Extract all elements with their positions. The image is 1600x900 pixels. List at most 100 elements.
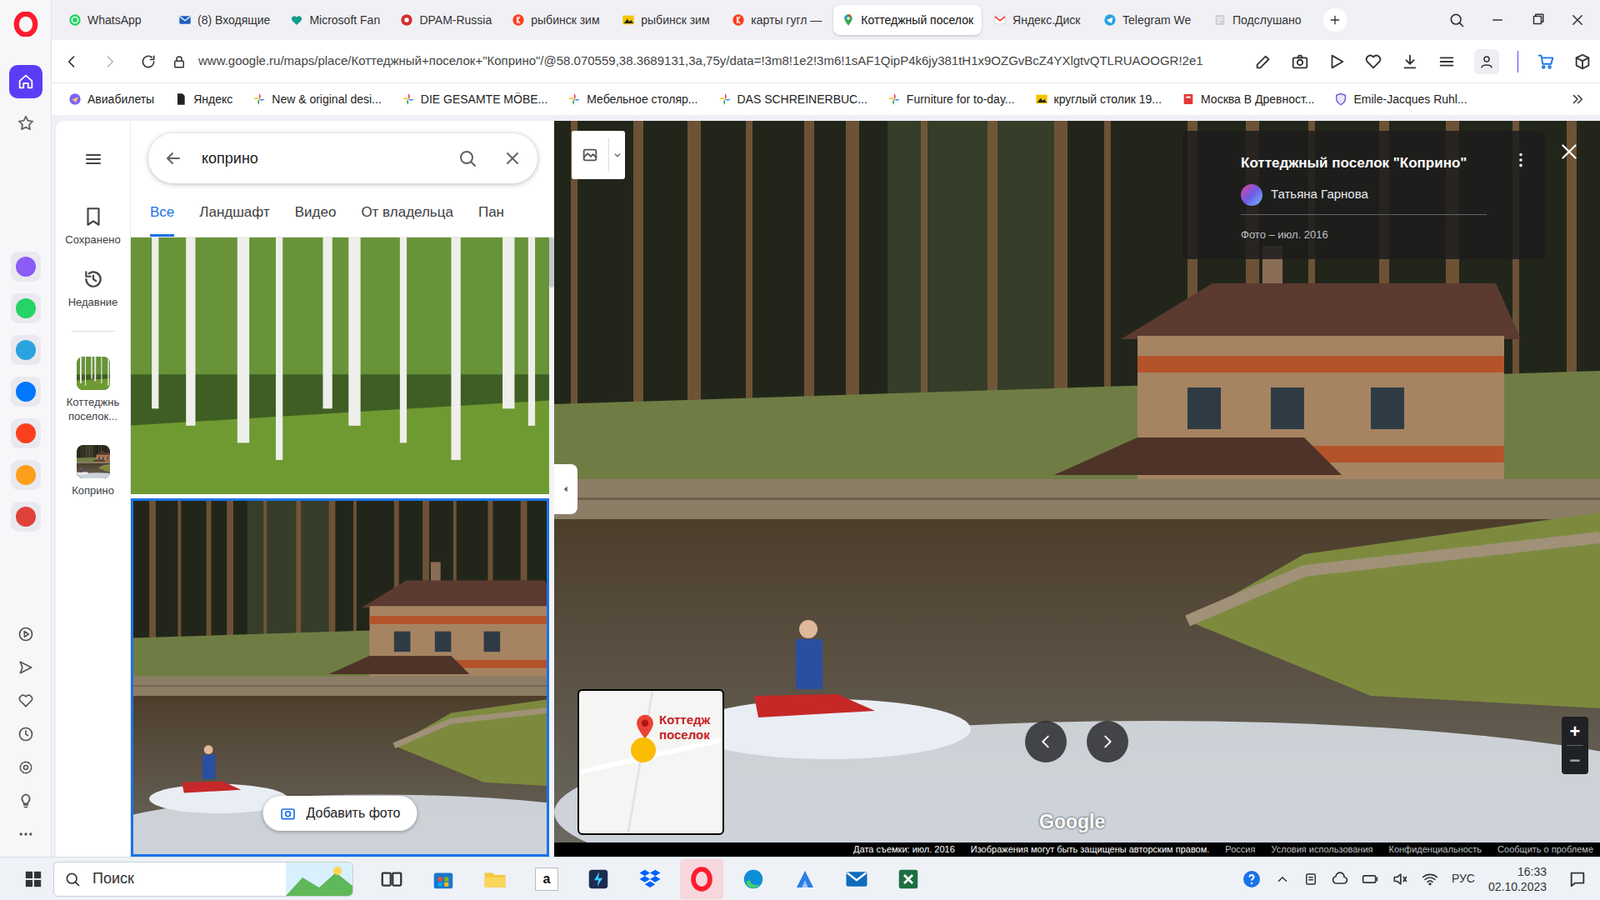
more-bookmarks-icon[interactable] (1570, 91, 1585, 107)
previous-button[interactable] (1025, 720, 1067, 763)
wifi-icon[interactable] (1421, 870, 1439, 888)
sidebar-app[interactable] (10, 418, 41, 449)
browser-tab[interactable]: WhatsApp (60, 5, 167, 35)
restore-icon[interactable] (1530, 12, 1545, 28)
profile-button[interactable] (1474, 49, 1500, 75)
taskbar-app[interactable] (473, 859, 517, 900)
sidebar-bulb[interactable] (13, 788, 39, 814)
author-name[interactable]: Татьяна Гарнова (1270, 185, 1369, 205)
bookmark[interactable]: круглый столик 19... (1035, 90, 1162, 109)
heart-icon[interactable] (1364, 52, 1383, 71)
taskbar-app[interactable] (421, 859, 465, 900)
browser-tab[interactable]: рыбинск зим (613, 5, 720, 35)
sidebar-home[interactable] (9, 65, 43, 99)
play-icon[interactable] (1327, 52, 1346, 71)
bookmark[interactable]: Авиабилеты (68, 90, 155, 109)
nav-item[interactable]: Недавние (57, 268, 130, 310)
forward-icon[interactable] (101, 53, 119, 70)
browser-tab[interactable]: Подслушано (1205, 5, 1312, 35)
menu-icon[interactable] (1437, 52, 1456, 71)
help-icon[interactable] (1241, 869, 1262, 890)
taskbar-search[interactable]: Поиск (53, 861, 354, 897)
bookmark[interactable]: Furniture for to-day... (887, 90, 1015, 109)
next-button[interactable] (1086, 720, 1129, 763)
bookmark[interactable]: DIE GESAMTE MÖBE... (401, 90, 548, 109)
sidebar-gear[interactable] (13, 755, 39, 780)
edit-icon[interactable] (1254, 52, 1273, 71)
photo-thumbnail[interactable] (130, 237, 550, 495)
opera-logo[interactable] (11, 10, 40, 39)
notification-icon[interactable] (1568, 870, 1587, 889)
sidebar-app[interactable] (10, 460, 41, 490)
browser-tab[interactable]: Microsoft Fan (281, 5, 389, 35)
browser-tab[interactable]: (8) Входящие (170, 5, 279, 35)
zoom-out-button[interactable]: − (1570, 745, 1581, 775)
search-box[interactable]: коприно (148, 133, 538, 184)
taskbar-app[interactable] (628, 859, 672, 900)
sidebar-app[interactable] (10, 293, 41, 324)
minimize-icon[interactable] (1490, 12, 1505, 28)
sidebar-app[interactable] (10, 376, 41, 407)
taskbar-app[interactable] (886, 859, 930, 900)
nav-item[interactable]: Коприно (57, 445, 130, 498)
browser-tab[interactable]: карты гугл — (723, 5, 830, 35)
bookmark[interactable]: Москва В Древност... (1181, 90, 1315, 109)
url-text[interactable]: www.google.ru/maps/place/Коттеджный+посе… (198, 51, 1204, 71)
taskbar-app[interactable] (680, 859, 724, 900)
search-input[interactable]: коприно (201, 147, 440, 170)
sidebar-play[interactable] (13, 621, 39, 647)
bookmark[interactable]: Emile-Jacques Ruhl... (1334, 90, 1467, 109)
hamburger-icon[interactable] (83, 149, 104, 170)
start-button[interactable] (16, 862, 50, 896)
photo-tab[interactable]: Пан (478, 188, 505, 237)
taskbar-app[interactable] (731, 859, 775, 900)
bookmark[interactable]: Яндекс (174, 90, 233, 109)
speaker-icon[interactable] (1391, 870, 1409, 888)
sidebar-clock[interactable] (13, 721, 39, 747)
footer-link[interactable]: Конфиденциальность (1389, 842, 1483, 857)
back-arrow-icon[interactable] (163, 148, 184, 169)
sidebar-app[interactable] (10, 251, 41, 282)
back-icon[interactable] (63, 53, 80, 70)
browser-tab[interactable]: DPAM-Russia (391, 5, 500, 35)
address-field[interactable]: www.google.ru/maps/place/Коттеджный+посе… (171, 51, 1238, 71)
sidebar-more[interactable] (13, 821, 39, 847)
photo-tab[interactable]: От владельца (360, 188, 454, 237)
photo-tab[interactable]: Видео (295, 188, 337, 237)
browser-tab[interactable]: рыбинск зим (503, 5, 610, 35)
new-tab-button[interactable] (1323, 8, 1347, 32)
photo-tab[interactable]: Ландшафт (199, 188, 270, 237)
sidebar-app[interactable] (10, 501, 41, 532)
mini-map[interactable]: Коттедж поселок (577, 689, 725, 835)
photo-tab[interactable]: Все (150, 188, 175, 237)
add-photo-button[interactable]: Добавить фото (263, 795, 418, 831)
sidebar-app[interactable] (10, 335, 41, 365)
cart-icon[interactable] (1536, 52, 1555, 71)
camera-icon[interactable] (1290, 52, 1310, 71)
bookmark[interactable]: New & original desi... (252, 90, 382, 109)
language-indicator[interactable]: РУС (1451, 870, 1475, 888)
footer-link[interactable]: Сообщить о проблеме (1497, 842, 1594, 857)
photo-thumbnail[interactable]: Добавить фото (130, 498, 550, 857)
search-icon[interactable] (1448, 11, 1465, 29)
sidebar-heart[interactable] (13, 688, 39, 714)
clear-icon[interactable] (502, 148, 523, 169)
cube-icon[interactable] (1573, 52, 1592, 71)
close-icon[interactable] (1558, 140, 1580, 163)
zoom-in-button[interactable]: + (1570, 716, 1581, 745)
cloud-icon[interactable] (1331, 870, 1349, 888)
footer-link[interactable]: Условия использования (1270, 842, 1373, 857)
layer-button[interactable] (571, 130, 625, 180)
taskbar-app[interactable] (370, 859, 414, 900)
browser-tab[interactable]: Коттеджный поселок (833, 5, 982, 35)
browser-tab[interactable]: Telegram We (1095, 5, 1202, 35)
nav-item[interactable]: Сохранено (57, 205, 130, 247)
taskbar-app[interactable] (576, 859, 620, 900)
browser-tab[interactable]: Яндекс.Диск (985, 5, 1092, 35)
taskbar-app[interactable] (835, 859, 879, 900)
collapse-panel-button[interactable] (554, 464, 578, 515)
device-icon[interactable] (1303, 871, 1319, 887)
more-icon[interactable] (1511, 150, 1530, 170)
nav-item[interactable]: Коттеджнь поселок... (57, 356, 130, 424)
reload-icon[interactable] (140, 53, 157, 70)
